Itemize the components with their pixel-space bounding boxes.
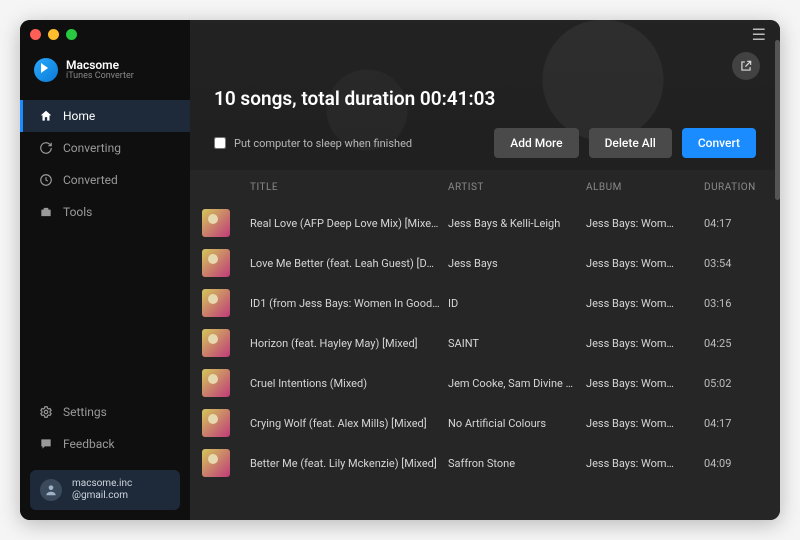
sidebar: Macsome iTunes Converter Home Converting — [20, 20, 190, 520]
main-panel: 10 songs, total duration 00:41:03 Put co… — [190, 20, 780, 520]
app-logo-icon — [34, 58, 58, 82]
track-title: Love Me Better (feat. Leah Guest) [Dub M… — [250, 257, 440, 270]
track-album: Jess Bays: Wom… — [586, 337, 696, 350]
page-title: 10 songs, total duration 00:41:03 — [214, 87, 756, 110]
track-duration: 04:09 — [704, 457, 764, 470]
window-controls — [30, 29, 77, 40]
table-row[interactable]: ID1 (from Jess Bays: Women In Good Co… ID… — [190, 283, 776, 323]
account-line1: macsome.inc — [72, 478, 132, 490]
table-header: TITLE ARTIST ALBUM DURATION — [190, 170, 776, 203]
add-more-button[interactable]: Add More — [494, 128, 578, 158]
track-album: Jess Bays: Wom… — [586, 377, 696, 390]
sidebar-item-feedback[interactable]: Feedback — [20, 428, 190, 460]
sidebar-item-label: Feedback — [63, 437, 115, 451]
track-title: Cruel Intentions (Mixed) — [250, 377, 440, 390]
track-album: Jess Bays: Wom… — [586, 217, 696, 230]
track-album: Jess Bays: Wom… — [586, 417, 696, 430]
track-artist: No Artificial Colours — [448, 417, 578, 430]
zoom-window-button[interactable] — [66, 29, 77, 40]
chat-icon — [39, 437, 53, 451]
clock-icon — [39, 173, 53, 187]
sidebar-item-label: Tools — [63, 205, 92, 219]
track-table: TITLE ARTIST ALBUM DURATION Real Love (A… — [190, 170, 780, 520]
minimize-window-button[interactable] — [48, 29, 59, 40]
table-row[interactable]: Better Me (feat. Lily Mckenzie) [Mixed] S… — [190, 443, 776, 483]
track-title: Crying Wolf (feat. Alex Mills) [Mixed] — [250, 417, 440, 430]
convert-button[interactable]: Convert — [682, 128, 756, 158]
account-chip[interactable]: macsome.inc @gmail.com — [30, 470, 180, 510]
sidebar-item-label: Settings — [63, 405, 107, 419]
app-subtitle: iTunes Converter — [66, 71, 134, 82]
sleep-checkbox[interactable] — [214, 137, 226, 149]
track-album: Jess Bays: Wom… — [586, 297, 696, 310]
app-window: ☰ Macsome iTunes Converter Home Converti… — [20, 20, 780, 520]
track-artist: Jess Bays & Kelli-Leigh — [448, 217, 578, 230]
track-title: Better Me (feat. Lily Mckenzie) [Mixed] — [250, 457, 440, 470]
home-icon — [39, 109, 53, 123]
table-row[interactable]: Crying Wolf (feat. Alex Mills) [Mixed] No… — [190, 403, 776, 443]
track-artwork — [202, 329, 230, 357]
track-album: Jess Bays: Wom… — [586, 257, 696, 270]
track-artwork — [202, 409, 230, 437]
sidebar-item-converting[interactable]: Converting — [20, 132, 190, 164]
col-artist: ARTIST — [448, 182, 578, 193]
track-artist: SAINT — [448, 337, 578, 350]
sidebar-item-settings[interactable]: Settings — [20, 396, 190, 428]
col-duration: DURATION — [704, 182, 764, 193]
menu-icon[interactable]: ☰ — [752, 25, 770, 44]
track-artist: ID — [448, 297, 578, 310]
brand: Macsome iTunes Converter — [20, 54, 190, 100]
primary-nav: Home Converting Converted Tools — [20, 100, 190, 228]
sidebar-item-tools[interactable]: Tools — [20, 196, 190, 228]
gear-icon — [39, 405, 53, 419]
table-row[interactable]: Horizon (feat. Hayley May) [Mixed] SAINT J… — [190, 323, 776, 363]
close-window-button[interactable] — [30, 29, 41, 40]
track-duration: 04:25 — [704, 337, 764, 350]
sidebar-item-label: Converting — [63, 141, 121, 155]
titlebar: ☰ — [20, 20, 780, 48]
track-artwork — [202, 249, 230, 277]
track-duration: 04:17 — [704, 417, 764, 430]
delete-all-button[interactable]: Delete All — [589, 128, 672, 158]
track-title: ID1 (from Jess Bays: Women In Good Co… — [250, 297, 440, 310]
scrollbar[interactable] — [775, 40, 780, 200]
sidebar-item-converted[interactable]: Converted — [20, 164, 190, 196]
refresh-icon — [39, 141, 53, 155]
table-row[interactable]: Cruel Intentions (Mixed) Jem Cooke, Sam D… — [190, 363, 776, 403]
col-album: ALBUM — [586, 182, 696, 193]
toolbox-icon — [39, 205, 53, 219]
track-duration: 03:16 — [704, 297, 764, 310]
track-artwork — [202, 369, 230, 397]
track-artist: Jess Bays — [448, 257, 578, 270]
sidebar-item-home[interactable]: Home — [20, 100, 190, 132]
track-duration: 05:02 — [704, 377, 764, 390]
popout-button[interactable] — [732, 52, 760, 80]
track-album: Jess Bays: Wom… — [586, 457, 696, 470]
track-title: Real Love (AFP Deep Love Mix) [Mixed] — [250, 217, 440, 230]
track-artwork — [202, 209, 230, 237]
track-artwork — [202, 449, 230, 477]
account-line2: @gmail.com — [72, 490, 132, 502]
sleep-label: Put computer to sleep when finished — [234, 137, 412, 150]
table-row[interactable]: Real Love (AFP Deep Love Mix) [Mixed] Jes… — [190, 203, 776, 243]
sidebar-item-label: Converted — [63, 173, 118, 187]
track-artist: Saffron Stone — [448, 457, 578, 470]
app-name: Macsome — [66, 59, 134, 71]
avatar-icon — [40, 479, 62, 501]
table-row[interactable]: Love Me Better (feat. Leah Guest) [Dub M… — [190, 243, 776, 283]
track-title: Horizon (feat. Hayley May) [Mixed] — [250, 337, 440, 350]
sleep-option[interactable]: Put computer to sleep when finished — [214, 137, 412, 150]
track-duration: 03:54 — [704, 257, 764, 270]
track-artist: Jem Cooke, Sam Divine & Ha… — [448, 377, 578, 390]
col-title: TITLE — [250, 182, 440, 193]
track-artwork — [202, 289, 230, 317]
track-duration: 04:17 — [704, 217, 764, 230]
sidebar-item-label: Home — [63, 109, 95, 123]
